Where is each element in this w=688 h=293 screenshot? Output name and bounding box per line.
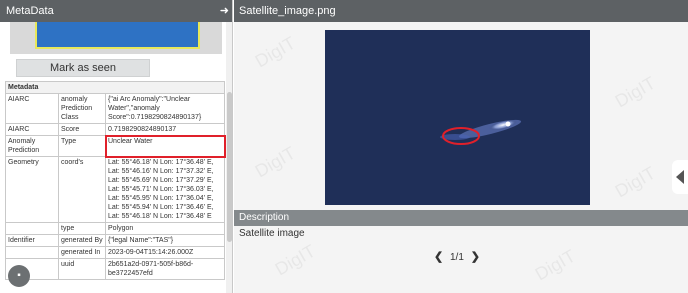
metadata-header: Metadata (5, 81, 225, 94)
table-cell: 2b651a2d-0971-505f-b86d-be3722457efd (105, 258, 225, 280)
table-cell: {"legal Name":"TAS"} (105, 234, 225, 247)
table-row: generated In 2023-09-04T15:14:26.000Z (5, 246, 225, 259)
table-row: Identifier generated By {"legal Name":"T… (5, 234, 225, 247)
image-title: Satellite_image.png (239, 5, 336, 17)
table-row: type Polygon (5, 222, 225, 235)
scrollbar-thumb[interactable] (227, 92, 232, 242)
highlighted-cell: Unclear Water (104, 134, 226, 158)
table-row: Anomaly Prediction Type Unclear Water (5, 134, 226, 158)
description-header: Description (234, 210, 688, 226)
table-cell: Geometry (5, 156, 59, 223)
table-cell: anomaly Prediction Class (58, 93, 106, 124)
coords-cell: Lat: 55°46.18' N Lon: 17°36.48' E, Lat: … (105, 156, 225, 223)
image-area: DigIT DigIT DigIT DigIT (234, 22, 688, 210)
metadata-header-row: Metadata (5, 81, 225, 94)
map-area (35, 22, 200, 49)
watermark: DigIT (611, 72, 659, 112)
image-title-bar: Satellite_image.png (234, 0, 688, 22)
table-cell: coord's (58, 156, 106, 223)
table-cell: uuid (58, 258, 106, 280)
table-cell (5, 222, 59, 235)
table-cell: AIARC (5, 93, 59, 124)
mark-as-seen-button[interactable]: Mark as seen (16, 59, 150, 77)
table-cell: Score (58, 123, 106, 136)
table-cell: Anomaly Prediction (5, 135, 59, 157)
page-indicator: 1/1 (450, 252, 464, 263)
coord-line: Lat: 55°45.95' N Lon: 17°36.04' E, (108, 195, 214, 202)
watermark: DigIT (251, 142, 299, 182)
metadata-panel: MetaData ➜ Mark as seen Metadata AIARC a… (0, 0, 233, 293)
next-arrow-icon[interactable] (672, 160, 688, 194)
coord-line: Lat: 55°45.69' N Lon: 17°37.29' E, (108, 177, 214, 184)
coord-line: Lat: 55°46.16' N Lon: 17°37.32' E, (108, 168, 214, 175)
watermark: DigIT (531, 245, 579, 285)
table-cell: 0.7198290824890137 (105, 123, 225, 136)
watermark: DigIT (271, 240, 319, 280)
table-row: AIARC Score 0.7198290824890137 (5, 123, 225, 136)
map-thumbnail[interactable] (10, 22, 222, 54)
table-cell: generated By (58, 234, 106, 247)
next-page-icon[interactable]: ❯ (471, 250, 480, 263)
panel-title: MetaData (6, 5, 54, 17)
satellite-image[interactable] (325, 30, 590, 205)
table-cell: Type (58, 135, 106, 157)
table-row: Geometry coord's Lat: 55°46.18' N Lon: 1… (5, 156, 225, 223)
table-row: uuid 2b651a2d-0971-505f-b86d-be3722457ef… (5, 258, 225, 280)
scrollbar[interactable] (226, 22, 232, 293)
prev-page-icon[interactable]: ❮ (434, 250, 443, 263)
table-cell: generated In (58, 246, 106, 259)
pager: ❮ 1/1 ❯ (434, 250, 480, 263)
table-cell: Polygon (105, 222, 225, 235)
table-cell: 2023-09-04T15:14:26.000Z (105, 246, 225, 259)
metadata-panel-header: MetaData ➜ (0, 0, 232, 22)
coord-line: Lat: 55°46.18' N Lon: 17°36.48' E, (108, 159, 214, 166)
watermark: DigIT (251, 32, 299, 72)
coord-line: Lat: 55°45.71' N Lon: 17°36.03' E, (108, 186, 214, 193)
coord-line: Lat: 55°46.18' N Lon: 17°36.48' E (108, 213, 212, 220)
table-row: AIARC anomaly Prediction Class {"ai Arc … (5, 93, 225, 124)
description-text: Satellite image (239, 228, 305, 239)
table-cell: AIARC (5, 123, 59, 136)
satellite-image-svg (325, 30, 590, 205)
coord-line: Lat: 55°45.94' N Lon: 17°36.46' E, (108, 204, 214, 211)
metadata-table: Metadata AIARC anomaly Prediction Class … (5, 81, 226, 280)
expand-arrow-icon[interactable]: ➜ (220, 0, 229, 22)
table-cell: type (58, 222, 106, 235)
watermark: DigIT (611, 162, 659, 202)
table-cell: {"ai Arc Anomaly":"Unclear Water","anoma… (105, 93, 225, 124)
chat-icon[interactable]: ▪ (8, 265, 30, 287)
image-viewer-panel: Satellite_image.png DigIT DigIT DigIT Di… (234, 0, 688, 293)
table-cell (5, 246, 59, 259)
table-cell: Identifier (5, 234, 59, 247)
